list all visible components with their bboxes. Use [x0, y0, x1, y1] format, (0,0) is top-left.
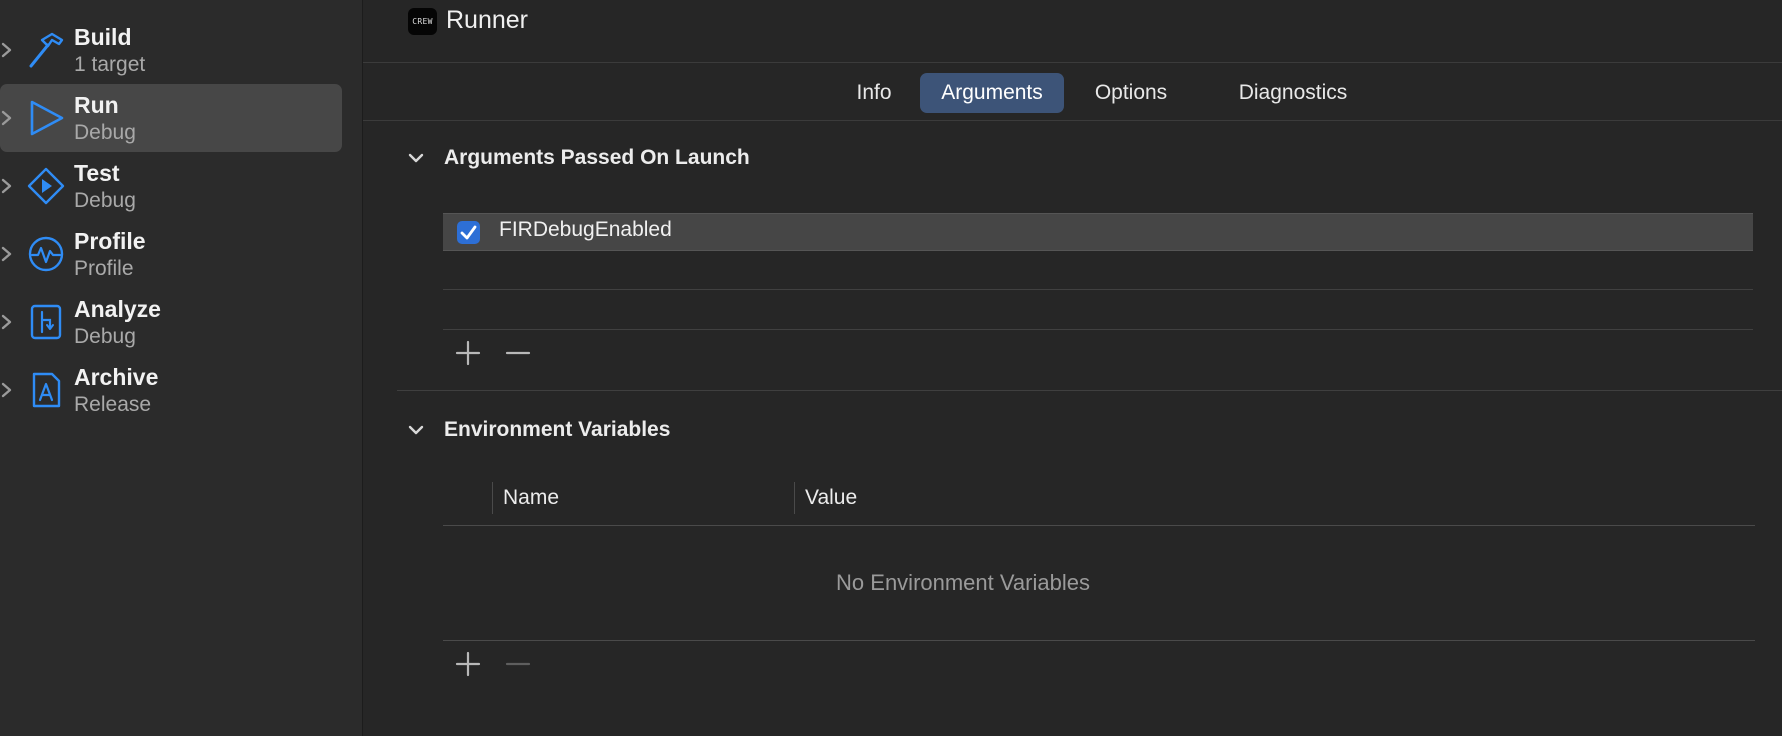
tab-bar: Info Arguments Options Diagnostics	[363, 63, 1782, 121]
table-bottom-divider	[443, 640, 1755, 641]
row-divider	[443, 329, 1753, 330]
chevron-right-icon[interactable]	[0, 244, 14, 264]
scheme-editor-main: CREW Runner Info Arguments Options Diagn…	[363, 0, 1782, 736]
arguments-section-title: Arguments Passed On Launch	[444, 146, 750, 169]
row-divider	[443, 289, 1753, 290]
add-argument-button[interactable]	[453, 338, 483, 368]
chevron-right-icon[interactable]	[0, 40, 14, 60]
sidebar-item-title: Build	[74, 24, 132, 50]
analyze-icon	[30, 304, 62, 340]
tab-info[interactable]: Info	[838, 73, 910, 113]
scheme-actions-sidebar: Build 1 target Run Debug Test Debug Prof…	[0, 0, 363, 736]
section-divider	[397, 390, 1782, 391]
sidebar-item-subtitle: Release	[74, 393, 152, 416]
sidebar-item-build[interactable]: Build 1 target	[0, 16, 342, 84]
chevron-right-icon[interactable]	[0, 108, 14, 128]
scheme-header: CREW Runner	[363, 0, 1782, 63]
column-header-value[interactable]: Value	[805, 486, 857, 510]
remove-env-variable-button[interactable]	[503, 649, 533, 679]
chevron-down-icon[interactable]	[406, 420, 426, 440]
gauge-icon	[28, 236, 64, 272]
sidebar-item-subtitle: 1 target	[74, 53, 146, 76]
sidebar-item-title: Run	[74, 92, 119, 118]
sidebar-item-subtitle: Debug	[74, 189, 136, 212]
sidebar-item-title: Analyze	[74, 296, 161, 322]
checkmark-icon	[460, 225, 477, 240]
column-header-name[interactable]: Name	[503, 486, 559, 510]
tab-diagnostics[interactable]: Diagnostics	[1218, 73, 1368, 113]
sidebar-item-title: Test	[74, 160, 120, 186]
sidebar-item-title: Profile	[74, 228, 146, 254]
app-icon: CREW	[408, 8, 437, 35]
archive-icon	[32, 372, 61, 408]
sidebar-item-subtitle: Debug	[74, 121, 136, 144]
header-divider	[443, 525, 1755, 526]
sidebar-item-subtitle: Debug	[74, 325, 136, 348]
table-row[interactable]: FIRDebugEnabled	[443, 213, 1753, 251]
sidebar-item-subtitle: Profile	[74, 257, 134, 280]
chevron-right-icon[interactable]	[0, 380, 14, 400]
hammer-icon	[29, 32, 64, 68]
column-separator	[794, 482, 795, 514]
chevron-right-icon[interactable]	[0, 312, 14, 332]
sidebar-item-run[interactable]: Run Debug	[0, 84, 342, 152]
remove-argument-button[interactable]	[503, 338, 533, 368]
tab-arguments[interactable]: Arguments	[920, 73, 1064, 113]
page-title: Runner	[446, 6, 528, 34]
argument-value[interactable]: FIRDebugEnabled	[499, 218, 672, 242]
chevron-right-icon[interactable]	[0, 176, 14, 196]
env-section-title: Environment Variables	[444, 418, 671, 441]
sidebar-item-archive[interactable]: Archive Release	[0, 356, 342, 424]
argument-enabled-checkbox[interactable]	[457, 221, 480, 244]
add-env-variable-button[interactable]	[453, 649, 483, 679]
play-icon	[30, 100, 64, 136]
chevron-down-icon[interactable]	[406, 148, 426, 168]
test-diamond-icon	[27, 167, 65, 205]
column-separator	[492, 482, 493, 514]
empty-state-message: No Environment Variables	[836, 570, 1090, 595]
sidebar-item-analyze[interactable]: Analyze Debug	[0, 288, 342, 356]
tab-options[interactable]: Options	[1075, 73, 1187, 113]
sidebar-item-profile[interactable]: Profile Profile	[0, 220, 342, 288]
sidebar-item-title: Archive	[74, 364, 159, 390]
sidebar-item-test[interactable]: Test Debug	[0, 152, 342, 220]
